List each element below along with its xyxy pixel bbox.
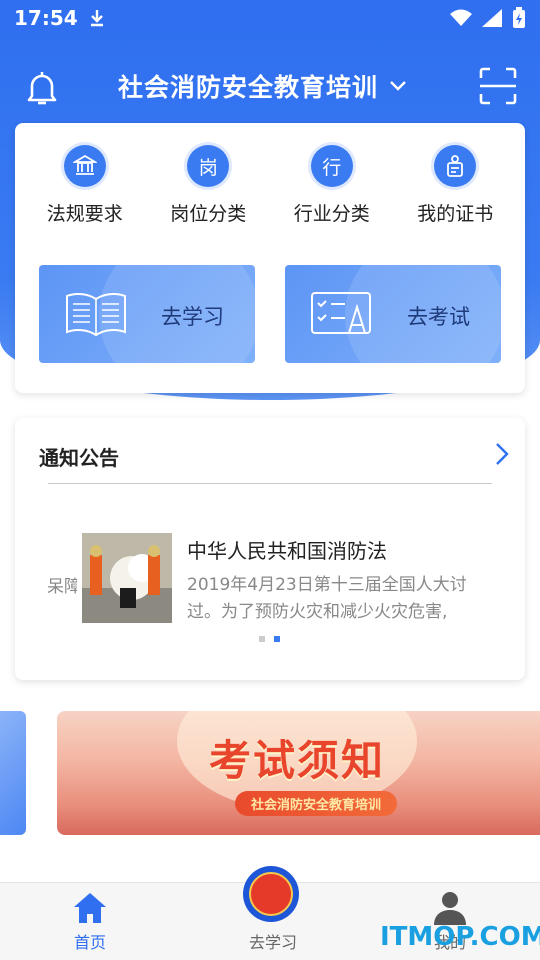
category-label: 法规要求 <box>46 203 123 225</box>
tab-study-label: 去学习 <box>248 933 297 952</box>
carousel-dot[interactable] <box>259 636 265 642</box>
news-excerpt-line: 2019年4月23日第十三届全国人大讨 <box>187 575 467 595</box>
fire-emblem-icon[interactable] <box>243 866 299 922</box>
page-title: 社会消防安全教育培训 <box>118 73 379 102</box>
home-icon <box>74 893 106 923</box>
status-time: 17:54 <box>14 6 78 30</box>
signal-icon <box>482 9 502 27</box>
exam-paper-icon <box>311 292 371 334</box>
carousel-dot-active[interactable] <box>274 636 280 642</box>
quick-entry-card: 法规要求 岗 岗位分类 行 行业分类 我的证书 去学习 去考试 <box>15 123 525 393</box>
org-selector[interactable]: 社会消防安全教育培训 <box>118 68 408 104</box>
exam-notice-banner[interactable]: 考试须知 社会消防安全教育培训 <box>57 711 540 835</box>
category-label: 我的证书 <box>417 203 494 225</box>
previous-banner-peek[interactable] <box>0 711 26 835</box>
banner-title: 考试须知 <box>208 736 385 785</box>
chevron-right-icon[interactable] <box>493 440 511 468</box>
category-label: 岗位分类 <box>170 203 247 225</box>
category-position[interactable]: 岗 岗位分类 <box>153 145 263 226</box>
go-study-label: 去学习 <box>161 305 224 329</box>
carousel-indicator <box>259 636 280 642</box>
user-icon <box>434 892 466 925</box>
category-industry[interactable]: 行 行业分类 <box>277 145 387 226</box>
category-row: 法规要求 岗 岗位分类 行 行业分类 我的证书 <box>15 145 525 226</box>
bank-icon <box>63 145 106 187</box>
battery-icon <box>513 7 525 28</box>
scan-icon[interactable] <box>478 66 518 106</box>
industry-icon: 行 <box>310 145 353 187</box>
top-bar: 社会消防安全教育培训 <box>0 58 540 118</box>
watermark: ITMOP.COM <box>380 922 540 952</box>
category-certificate[interactable]: 我的证书 <box>400 145 510 226</box>
tab-home-label: 首页 <box>73 933 106 952</box>
notice-card: 通知公告 呆障 吾… 中华人民共和国消防法 2019年4月23日第十三届全国人大… <box>15 418 525 680</box>
wifi-icon <box>450 9 472 26</box>
certificate-icon <box>434 145 477 187</box>
category-regulations[interactable]: 法规要求 <box>30 145 140 226</box>
book-icon <box>66 293 126 337</box>
news-title[interactable]: 中华人民共和国消防法 <box>187 535 387 564</box>
status-bar: 17:54 <box>0 0 540 36</box>
tab-home[interactable]: 首页 <box>30 883 150 953</box>
notice-title: 通知公告 <box>39 446 119 470</box>
go-exam-button[interactable]: 去考试 <box>285 265 501 363</box>
go-study-button[interactable]: 去学习 <box>39 265 255 363</box>
category-label: 行业分类 <box>293 203 370 225</box>
news-excerpt: 2019年4月23日第十三届全国人大讨 过。为了预防火灾和减少火灾危害, <box>187 572 492 626</box>
divider <box>48 483 492 484</box>
news-excerpt-line: 过。为了预防火灾和减少火灾危害, <box>187 602 448 622</box>
bell-icon[interactable] <box>22 68 62 108</box>
go-exam-label: 去考试 <box>407 305 470 329</box>
previous-slide-fragment: 呆障 吾… <box>47 577 77 597</box>
chevron-down-icon <box>390 81 406 91</box>
emblem-inner <box>249 872 293 916</box>
position-icon: 岗 <box>187 145 230 187</box>
news-thumbnail[interactable] <box>82 533 172 623</box>
download-icon <box>90 10 103 27</box>
banner-subtitle: 社会消防安全教育培训 <box>235 791 398 816</box>
